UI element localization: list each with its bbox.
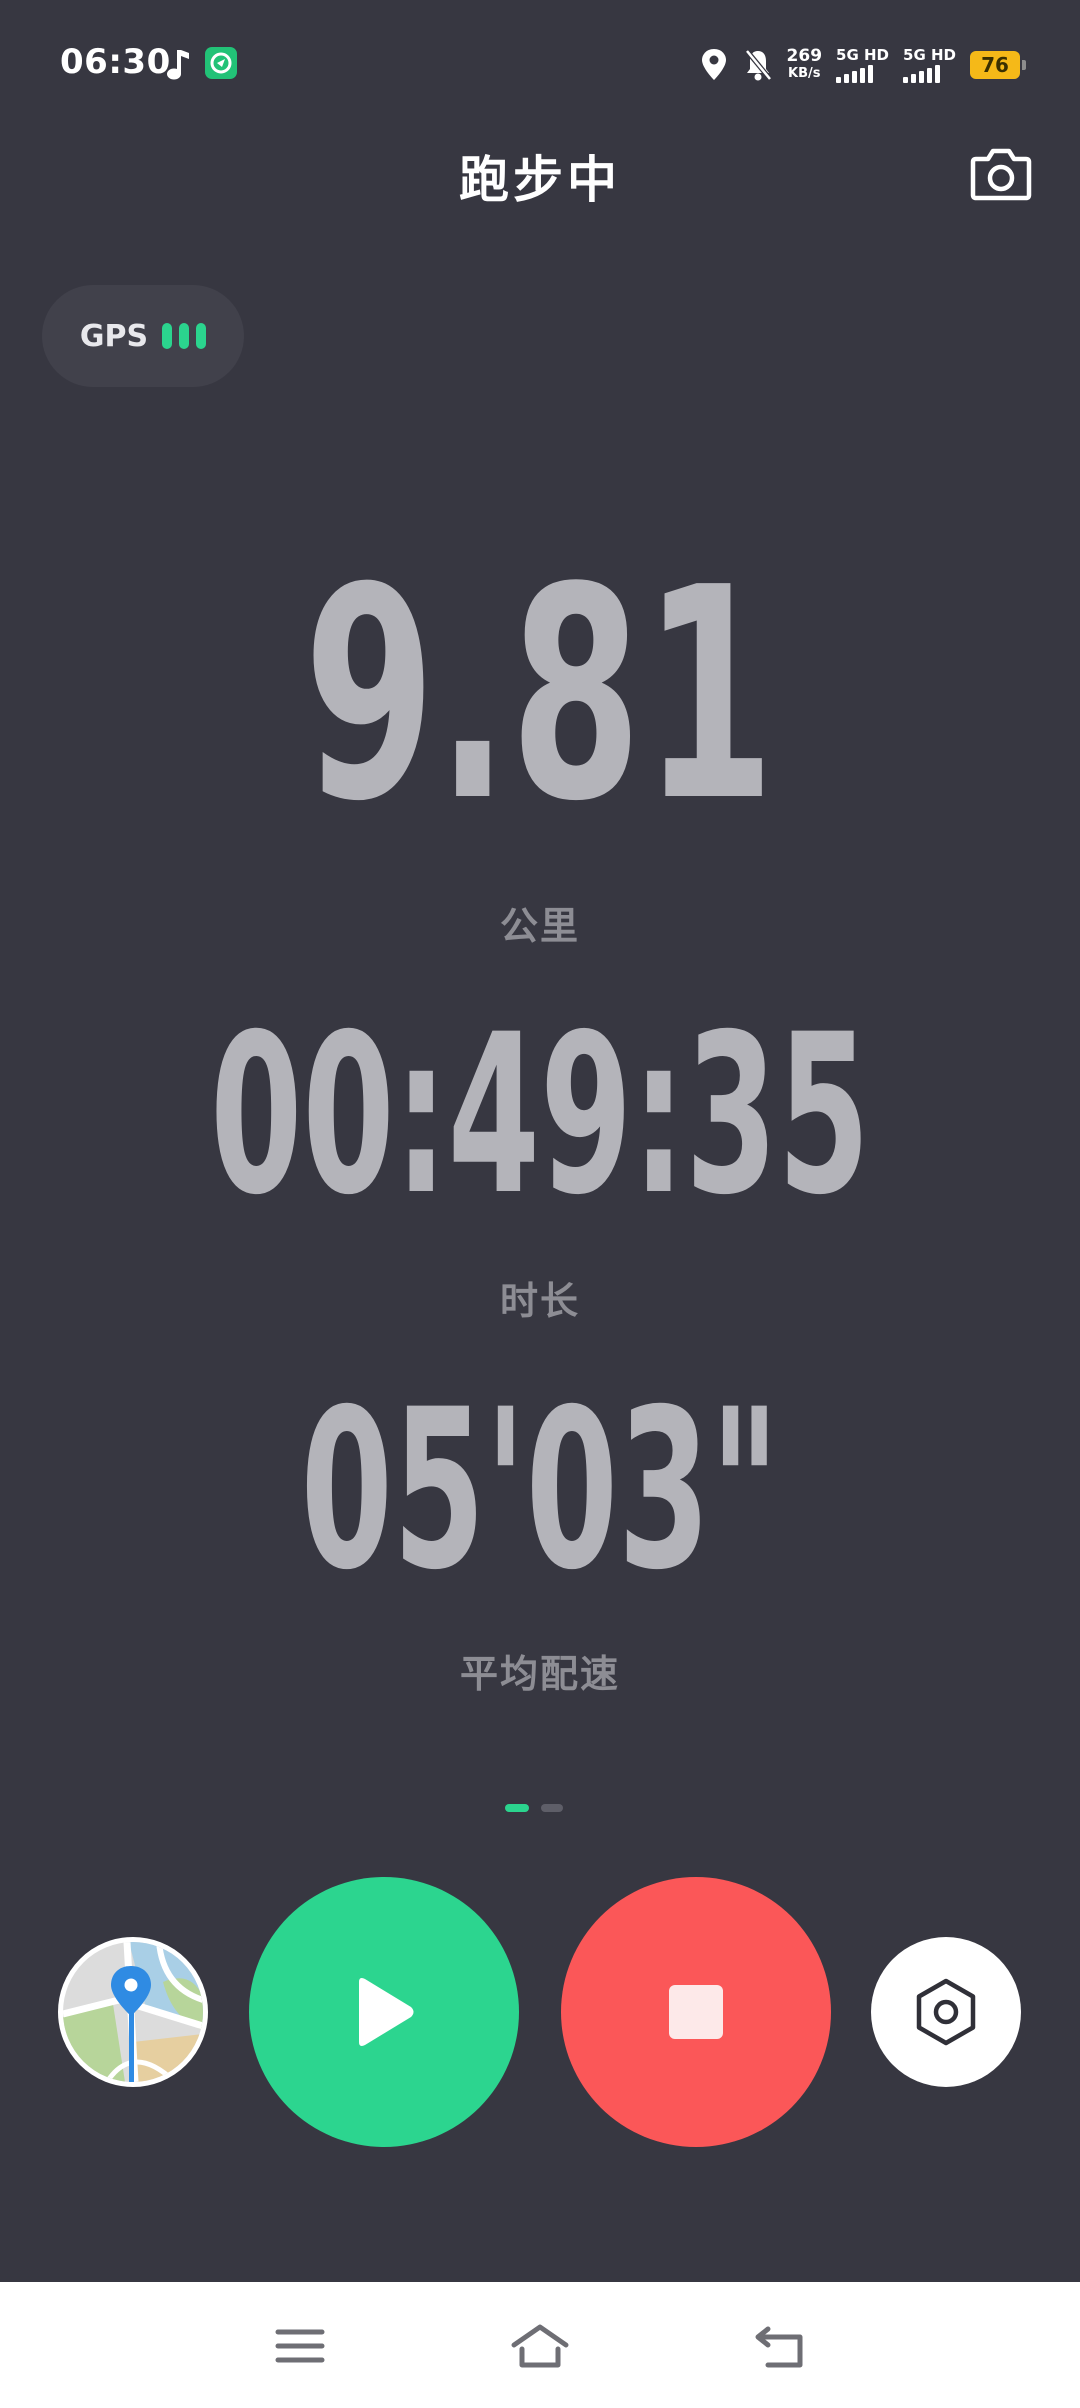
sim1-label: 5G HD	[836, 46, 890, 64]
play-button[interactable]	[249, 1877, 519, 2147]
net-speed-value: 269	[786, 46, 823, 66]
settings-button[interactable]	[871, 1937, 1021, 2087]
pace-value: 05'03"	[300, 1362, 780, 1618]
map-button[interactable]	[58, 1937, 208, 2087]
nav-home-button[interactable]	[500, 2306, 580, 2386]
play-icon	[359, 1978, 414, 2046]
network-speed: 269 KB/s	[787, 48, 823, 82]
stop-button[interactable]	[561, 1877, 831, 2147]
app-notification-icon	[205, 47, 237, 79]
nav-back-button[interactable]	[740, 2306, 820, 2386]
page-dot-inactive	[541, 1804, 563, 1812]
status-bar: 06:30 269 KB/s 5G HD 5G HD 76	[0, 0, 1080, 130]
gps-signal-icon	[162, 323, 207, 349]
pace-label: 平均配速	[459, 1652, 620, 1696]
nav-menu-button[interactable]	[260, 2306, 340, 2386]
stop-icon	[669, 1985, 723, 2039]
navigation-bar	[0, 2282, 1080, 2408]
status-time: 06:30	[60, 42, 171, 82]
map-icon	[63, 1942, 203, 2082]
page-dot-active	[505, 1804, 529, 1812]
sim2-label: 5G HD	[903, 46, 956, 64]
back-icon	[755, 2326, 803, 2368]
gps-bar	[162, 323, 173, 349]
signal-icon	[836, 65, 874, 83]
camera-button[interactable]	[970, 145, 1032, 203]
location-icon	[699, 47, 729, 83]
duration-label: 时长	[499, 1279, 580, 1323]
signal-icon	[903, 65, 941, 83]
status-icons: 269 KB/s 5G HD 5G HD 76	[699, 42, 1026, 88]
distance-label: 公里	[499, 904, 580, 948]
page-title: 跑步中	[459, 151, 621, 209]
menu-icon	[275, 2329, 325, 2363]
battery-icon: 76	[970, 51, 1026, 79]
net-speed-unit: KB/s	[788, 66, 821, 81]
settings-hexagon-icon	[916, 1978, 976, 2046]
camera-icon	[970, 148, 1032, 201]
distance-value: 9.81	[303, 525, 777, 865]
gps-bar	[196, 323, 207, 349]
sim2-signal: 5G HD	[903, 47, 956, 83]
sim1-signal: 5G HD	[836, 47, 889, 83]
bell-muted-icon	[743, 47, 773, 83]
gps-label: GPS	[79, 318, 149, 354]
gps-status: GPS	[42, 285, 244, 387]
home-icon	[511, 2324, 569, 2368]
duration-value: 00:49:35	[210, 987, 870, 1243]
music-note-icon	[164, 44, 192, 84]
page-indicator	[505, 1804, 563, 1812]
gps-bar	[179, 323, 190, 349]
